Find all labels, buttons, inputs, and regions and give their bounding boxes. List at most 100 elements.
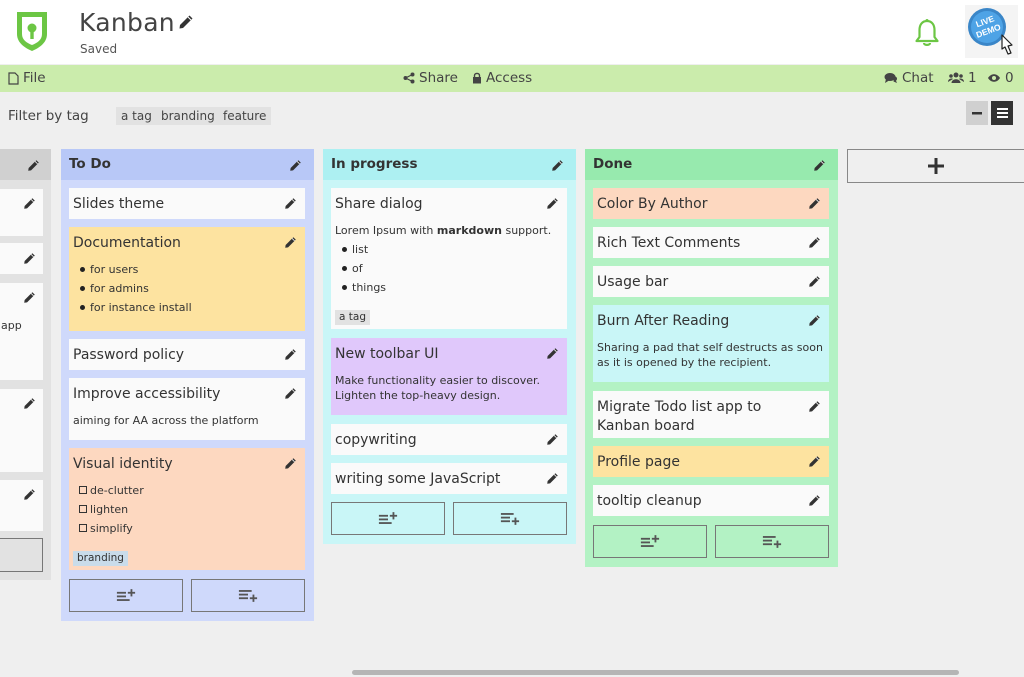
add-card-bottom-button[interactable] bbox=[453, 502, 567, 535]
edit-card-pencil-icon[interactable] bbox=[546, 472, 559, 485]
edit-card-pencil-icon[interactable] bbox=[284, 457, 297, 470]
filter-tag[interactable]: a tag bbox=[116, 107, 157, 125]
edit-card-pencil-icon[interactable] bbox=[284, 348, 297, 361]
edit-title-pencil-icon[interactable] bbox=[178, 14, 194, 30]
add-card-bottom-button[interactable] bbox=[715, 525, 829, 558]
edit-card-pencil-icon[interactable] bbox=[808, 400, 821, 413]
card-title: writing some JavaScript bbox=[335, 471, 501, 487]
add-card-top-button[interactable] bbox=[69, 579, 183, 612]
edit-card-pencil-icon[interactable] bbox=[23, 488, 36, 501]
add-card-bottom-button[interactable] bbox=[191, 579, 305, 612]
edit-card-pencil-icon[interactable] bbox=[808, 275, 821, 288]
column-title[interactable]: Done bbox=[585, 149, 838, 180]
column-title[interactable]: In progress bbox=[323, 149, 576, 180]
card-tag[interactable]: branding bbox=[73, 551, 128, 566]
column-todo: To Do Slides theme Documentation for use… bbox=[61, 149, 314, 621]
edit-card-pencil-icon[interactable] bbox=[808, 314, 821, 327]
view-menu-button[interactable] bbox=[991, 101, 1013, 125]
edit-column-pencil-icon[interactable] bbox=[27, 159, 40, 172]
kanban-card[interactable]: Color By Author bbox=[593, 188, 829, 219]
edit-card-pencil-icon[interactable] bbox=[546, 347, 559, 360]
document-title[interactable]: Kanban bbox=[79, 8, 175, 37]
notifications-bell-icon[interactable] bbox=[913, 18, 941, 48]
card-body-text: Lorem Ipsum with bbox=[335, 224, 437, 237]
edit-column-pencil-icon[interactable] bbox=[289, 159, 302, 172]
kanban-card[interactable]: copywriting bbox=[331, 424, 567, 455]
user-avatar[interactable]: LIVE DEMO bbox=[965, 5, 1018, 58]
card-title: tooltip cleanup bbox=[597, 493, 702, 509]
add-card-top-button[interactable] bbox=[331, 502, 445, 535]
filter-tag[interactable]: feature bbox=[218, 107, 272, 125]
kanban-card[interactable]: tooltip cleanup bbox=[593, 485, 829, 516]
kanban-card[interactable]: New toolbar UI Make functionality easier… bbox=[331, 338, 567, 415]
kanban-card[interactable]: Migrate Todo list app to Kanban board bbox=[593, 391, 829, 438]
column-title[interactable]: To Do bbox=[61, 149, 314, 180]
add-top-icon bbox=[640, 534, 660, 549]
edit-card-pencil-icon[interactable] bbox=[284, 236, 297, 249]
kanban-card[interactable]: Profile page bbox=[593, 446, 829, 477]
file-icon bbox=[8, 71, 19, 85]
add-column-button[interactable] bbox=[847, 149, 1024, 183]
kanban-card[interactable] bbox=[0, 480, 43, 531]
checkbox[interactable] bbox=[79, 505, 87, 513]
kanban-card[interactable]: Documentation for users for admins for i… bbox=[69, 227, 305, 331]
save-status: Saved bbox=[80, 42, 118, 56]
file-menu-button[interactable]: File bbox=[8, 70, 46, 86]
edit-column-pencil-icon[interactable] bbox=[551, 159, 564, 172]
app-header: Kanban Saved LIVE DEMO bbox=[0, 0, 1024, 64]
kanban-card[interactable]: writing some JavaScript bbox=[331, 463, 567, 494]
edit-card-pencil-icon[interactable] bbox=[23, 252, 36, 265]
kanban-card[interactable]: Rich Text Comments bbox=[593, 227, 829, 258]
checklist-item[interactable]: simplify bbox=[73, 519, 299, 538]
kanban-card[interactable]: Visual identity de-clutter lighten simpl… bbox=[69, 448, 305, 570]
edit-card-pencil-icon[interactable] bbox=[23, 291, 36, 304]
access-button[interactable]: Access bbox=[472, 70, 532, 86]
card-bullet-list: list of things bbox=[335, 240, 561, 297]
kanban-card[interactable]: Usage bar bbox=[593, 266, 829, 297]
kanban-card[interactable] bbox=[0, 243, 43, 274]
card-body-bold: markdown bbox=[436, 224, 502, 237]
edit-card-pencil-icon[interactable] bbox=[808, 494, 821, 507]
zoom-out-button[interactable] bbox=[966, 101, 988, 125]
card-title: Improve accessibility bbox=[73, 386, 221, 402]
kanban-card[interactable]: app bbox=[0, 283, 43, 380]
checkbox[interactable] bbox=[79, 486, 87, 494]
filter-tag[interactable]: branding bbox=[156, 107, 220, 125]
card-tag[interactable]: a tag bbox=[335, 310, 370, 325]
chat-button[interactable]: Chat bbox=[884, 70, 934, 86]
kanban-card[interactable] bbox=[0, 189, 43, 236]
checkbox[interactable] bbox=[79, 524, 87, 532]
share-button[interactable]: Share bbox=[403, 70, 458, 86]
card-body: Make functionality easier to discover. L… bbox=[335, 374, 541, 402]
share-icon bbox=[403, 72, 415, 84]
edit-card-pencil-icon[interactable] bbox=[808, 455, 821, 468]
edit-column-pencil-icon[interactable] bbox=[813, 159, 826, 172]
edit-card-pencil-icon[interactable] bbox=[546, 433, 559, 446]
list-item-text: for users bbox=[90, 263, 139, 276]
kanban-card[interactable] bbox=[0, 389, 43, 472]
kanban-card[interactable]: Slides theme bbox=[69, 188, 305, 219]
list-item: of bbox=[335, 259, 561, 278]
users-button[interactable]: 1 bbox=[948, 70, 977, 86]
edit-card-pencil-icon[interactable] bbox=[23, 197, 36, 210]
edit-card-pencil-icon[interactable] bbox=[808, 236, 821, 249]
edit-card-pencil-icon[interactable] bbox=[284, 387, 297, 400]
add-card-button[interactable] bbox=[0, 538, 43, 572]
edit-card-pencil-icon[interactable] bbox=[546, 197, 559, 210]
list-item: for users bbox=[73, 260, 299, 279]
checklist-item[interactable]: de-clutter bbox=[73, 481, 299, 500]
checklist-item[interactable]: lighten bbox=[73, 500, 299, 519]
edit-card-pencil-icon[interactable] bbox=[808, 197, 821, 210]
kanban-card[interactable]: Improve accessibility aiming for AA acro… bbox=[69, 378, 305, 440]
edit-card-pencil-icon[interactable] bbox=[284, 197, 297, 210]
kanban-card[interactable]: Burn After Reading Sharing a pad that se… bbox=[593, 305, 829, 382]
kanban-card[interactable]: Password policy bbox=[69, 339, 305, 370]
add-card-top-button[interactable] bbox=[593, 525, 707, 558]
edit-card-pencil-icon[interactable] bbox=[23, 397, 36, 410]
kanban-card[interactable]: Share dialog Lorem Ipsum with markdown s… bbox=[331, 188, 567, 329]
list-item: list bbox=[335, 240, 561, 259]
lock-icon bbox=[473, 72, 481, 84]
checklist-item-text: de-clutter bbox=[90, 484, 144, 497]
shield-keyhole-icon[interactable] bbox=[14, 10, 50, 52]
horizontal-scrollbar[interactable] bbox=[352, 670, 959, 675]
